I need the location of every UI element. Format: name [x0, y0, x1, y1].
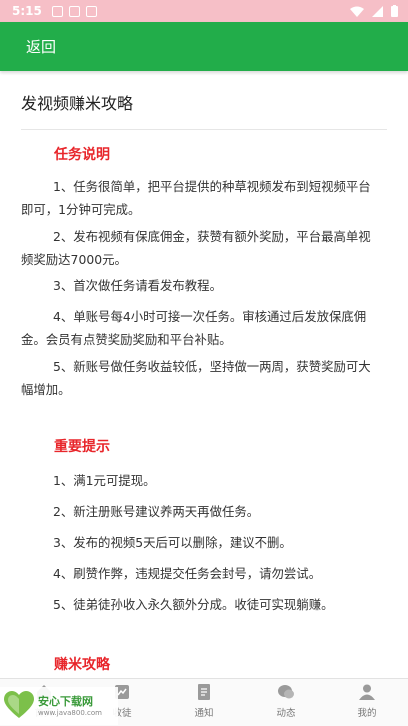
section-heading-earning-strategy: 赚米攻略 [54, 657, 110, 673]
page-title: 发视频赚米攻略 [21, 94, 134, 113]
task-paragraph: 4、单账号每4小时可接一次任务。审核通过后发放保底佣金。会员有点赞奖励奖励和平台… [21, 309, 367, 347]
article-content[interactable]: 发视频赚米攻略 任务说明 1、任务很简单，把平台提供的种草视频发布到短视频平台即… [0, 71, 408, 678]
tip-item: 5、徒弟徒孙收入永久额外分成。收徒可实现躺赚。 [53, 597, 334, 612]
battery-icon [391, 5, 398, 17]
nav-label: 通知 [194, 708, 214, 719]
watermark: 安心下载网 www.java800.com [0, 687, 118, 725]
signal-icon [372, 5, 383, 17]
wifi-icon [350, 6, 364, 17]
watermark-url: www.java800.com [38, 709, 102, 717]
tip-item: 2、新注册账号建议养两天再做任务。 [53, 504, 260, 519]
title-divider [21, 129, 387, 130]
nav-item-notice[interactable]: 通知 [174, 683, 234, 719]
tip-item: 4、刷赞作弊，违规提交任务会封号，请勿尝试。 [53, 566, 322, 581]
section-heading-task-description: 任务说明 [54, 147, 110, 163]
back-button[interactable]: 返回 [26, 36, 56, 57]
chat-icon [278, 685, 294, 699]
tip-item: 1、满1元可提现。 [53, 473, 156, 488]
tip-item: 3、发布的视频5天后可以删除，建议不删。 [53, 535, 292, 550]
user-icon [359, 684, 375, 700]
notification-icon [51, 5, 63, 17]
section-heading-important-tips: 重要提示 [54, 439, 110, 455]
status-time: 5:15 [12, 4, 42, 18]
nav-label: 动态 [276, 708, 296, 719]
keyboard-icon [85, 5, 97, 17]
task-paragraph: 2、发布视频有保底佣金，获赞有额外奖励，平台最高单视频奖励达7000元。 [21, 229, 371, 267]
heart-logo-icon [4, 691, 34, 718]
gallery-icon [68, 5, 80, 17]
task-paragraph: 1、任务很简单，把平台提供的种草视频发布到短视频平台即可，1分钟可完成。 [21, 179, 371, 217]
status-bar: 5:15 [0, 0, 408, 22]
notice-icon [198, 684, 210, 700]
app-bar: 返回 [0, 22, 408, 71]
task-paragraph: 3、首次做任务请看发布教程。 [53, 278, 222, 293]
nav-item-mine[interactable]: 我的 [337, 683, 397, 719]
nav-item-activity[interactable]: 动态 [256, 683, 316, 719]
watermark-title: 安心下载网 [38, 695, 93, 708]
task-paragraph: 5、新账号做任务收益较低，坚持做一两周，获赞奖励可大幅增加。 [21, 359, 371, 397]
nav-label: 我的 [357, 708, 377, 719]
